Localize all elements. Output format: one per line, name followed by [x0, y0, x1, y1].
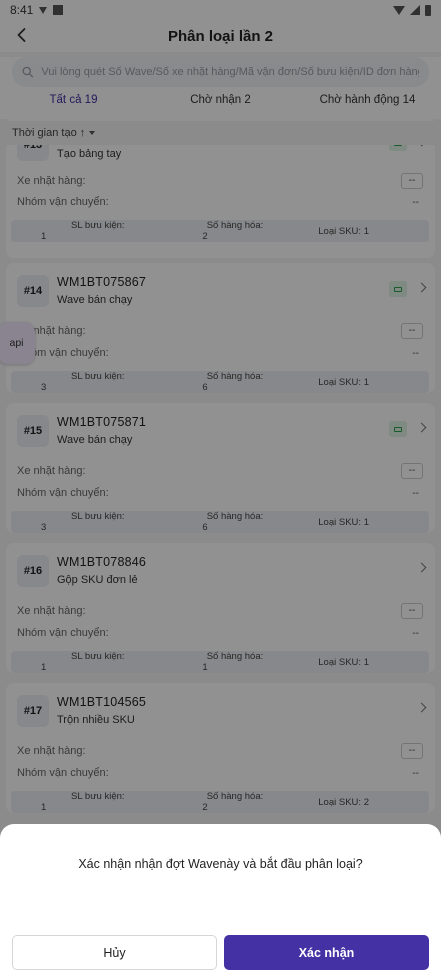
confirm-dialog: Xác nhận nhận đợt Wavenày và bắt đầu phâ… [0, 824, 441, 980]
confirm-button[interactable]: Xác nhận [224, 935, 429, 970]
dialog-message: Xác nhận nhận đợt Wavenày và bắt đầu phâ… [78, 857, 363, 871]
cancel-button[interactable]: Hủy [12, 935, 217, 970]
